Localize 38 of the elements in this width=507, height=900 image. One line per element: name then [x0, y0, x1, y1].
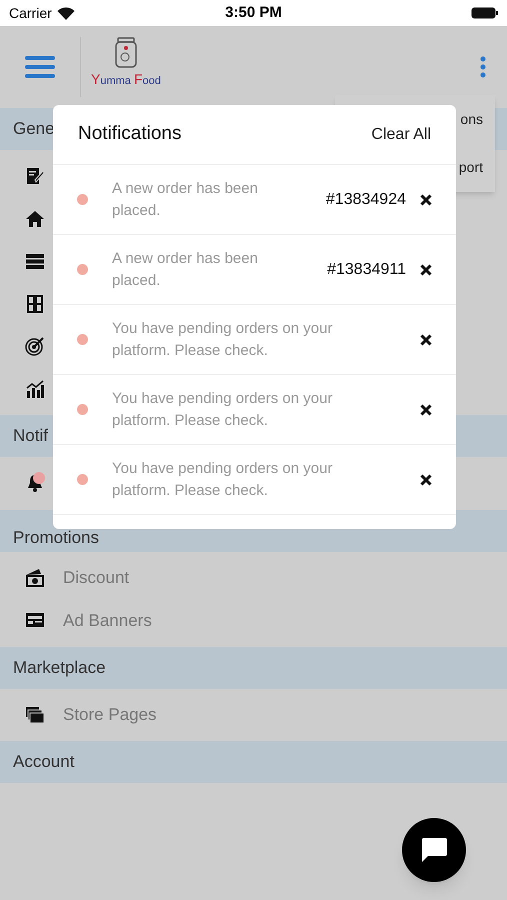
- notification-text: You have pending orders on your platform. Please check.: [112, 388, 334, 430]
- dropdown-item[interactable]: port: [458, 157, 483, 178]
- notification-text: A new order has been placed.: [112, 178, 259, 220]
- target-icon: [25, 336, 45, 356]
- edit-icon: [25, 166, 45, 186]
- home-icon: [25, 208, 45, 229]
- book-icon: [25, 294, 45, 314]
- order-number: #13834924: [326, 190, 406, 210]
- menu-icon[interactable]: [25, 54, 55, 80]
- logo-text: Yumma Food: [91, 72, 161, 87]
- battery-icon: [470, 7, 498, 19]
- close-icon[interactable]: [420, 404, 432, 416]
- layers-icon: [25, 704, 45, 725]
- section-title: Promotions: [13, 527, 99, 549]
- close-icon[interactable]: [420, 194, 432, 206]
- chart-icon: [25, 378, 45, 399]
- dropdown-item[interactable]: ons: [460, 108, 483, 130]
- order-number: #13834911: [327, 260, 406, 280]
- section-title: Notif: [13, 425, 48, 448]
- notification-text: A new order has been placed.: [112, 248, 259, 290]
- notification-text: You have pending orders on your platform. Please check.: [112, 458, 334, 500]
- money-icon: [25, 568, 45, 588]
- status-time: 3:50 PM: [225, 2, 282, 23]
- server-icon: [25, 251, 45, 272]
- carrier-label: Carrier: [9, 4, 52, 22]
- chat-icon: [420, 837, 448, 863]
- close-icon[interactable]: [420, 264, 432, 276]
- clear-all-button[interactable]: Clear All: [371, 122, 431, 146]
- wifi-icon: [56, 6, 75, 20]
- section-title: Marketplace: [13, 656, 106, 679]
- notification-text: You have pending orders on your platform. Please check.: [112, 318, 334, 360]
- panel-title: Notifications: [78, 122, 182, 146]
- more-icon[interactable]: [479, 56, 487, 78]
- section-title: Account: [13, 751, 74, 774]
- close-icon[interactable]: [420, 334, 432, 346]
- logo-icon: [112, 37, 139, 69]
- section-title: Gene: [13, 118, 55, 140]
- close-icon[interactable]: [420, 474, 432, 486]
